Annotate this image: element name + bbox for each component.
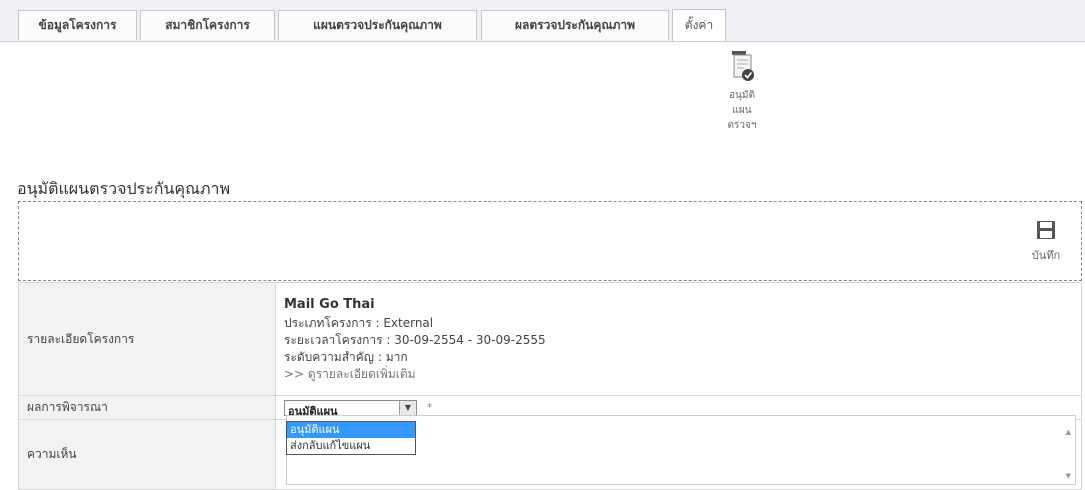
save-label: บันทึก [1031,249,1061,262]
tab-qa-plan[interactable]: แผนตรวจประกันคุณภาพ [278,10,477,40]
more-details-link[interactable]: >> ดูรายละเอียดเพิ่มเติม [284,366,1081,383]
scroll-up-icon[interactable]: ▲ [1066,428,1071,436]
approve-plan-button[interactable]: อนุมัติ แผน ตรวจฯ [712,50,772,133]
project-detail-row: รายละเอียดโครงการ Mail Go Thai ประเภทโคร… [18,282,1082,396]
project-detail-label: รายละเอียดโครงการ [18,282,276,396]
result-dropdown-list: อนุมัติแผน ส่งกลับแก้ไขแผน [286,421,416,455]
save-button[interactable]: บันทึก [1023,220,1069,264]
scroll-down-icon[interactable]: ▼ [1066,472,1071,480]
result-select[interactable]: อนุมัติแผน ▼ [284,399,417,418]
project-importance: ระดับความสำคัญ : มาก [284,350,408,364]
approve-label-line-2: แผน [732,105,752,116]
required-mark: * [426,401,433,414]
tab-settings[interactable]: ตั้งค่า [672,9,726,41]
tab-qa-result[interactable]: ผลตรวจประกันคุณภาพ [481,10,669,40]
option-return-for-revision[interactable]: ส่งกลับแก้ไขแผน [287,438,415,454]
project-period: ระยะเวลาโครงการ : 30-09-2554 - 30-09-255… [284,333,546,347]
result-label: ผลการพิจารณา [18,395,276,420]
chevron-down-icon[interactable]: ▼ [399,400,416,415]
project-name: Mail Go Thai [284,297,375,312]
action-toolbar: บันทึก [18,201,1082,281]
approve-label-line-1: อนุมัติ [729,90,755,101]
page-title: อนุมัติแผนตรวจประกันคุณภาพ [17,179,231,198]
save-disk-icon [1037,221,1055,239]
tab-project-members[interactable]: สมาชิกโครงการ [140,10,275,40]
approve-document-icon [732,51,754,81]
project-type: ประเภทโครงการ : External [284,316,434,330]
option-approve[interactable]: อนุมัติแผน [287,422,415,438]
comment-label: ความเห็น [18,419,276,490]
tab-bar: ข้อมูลโครงการ สมาชิกโครงการ แผนตรวจประกั… [0,0,1085,42]
project-detail-cell: Mail Go Thai ประเภทโครงการ : External ระ… [275,282,1082,396]
tab-project-info[interactable]: ข้อมูลโครงการ [18,10,137,40]
approve-label-line-3: ตรวจฯ [727,120,757,131]
